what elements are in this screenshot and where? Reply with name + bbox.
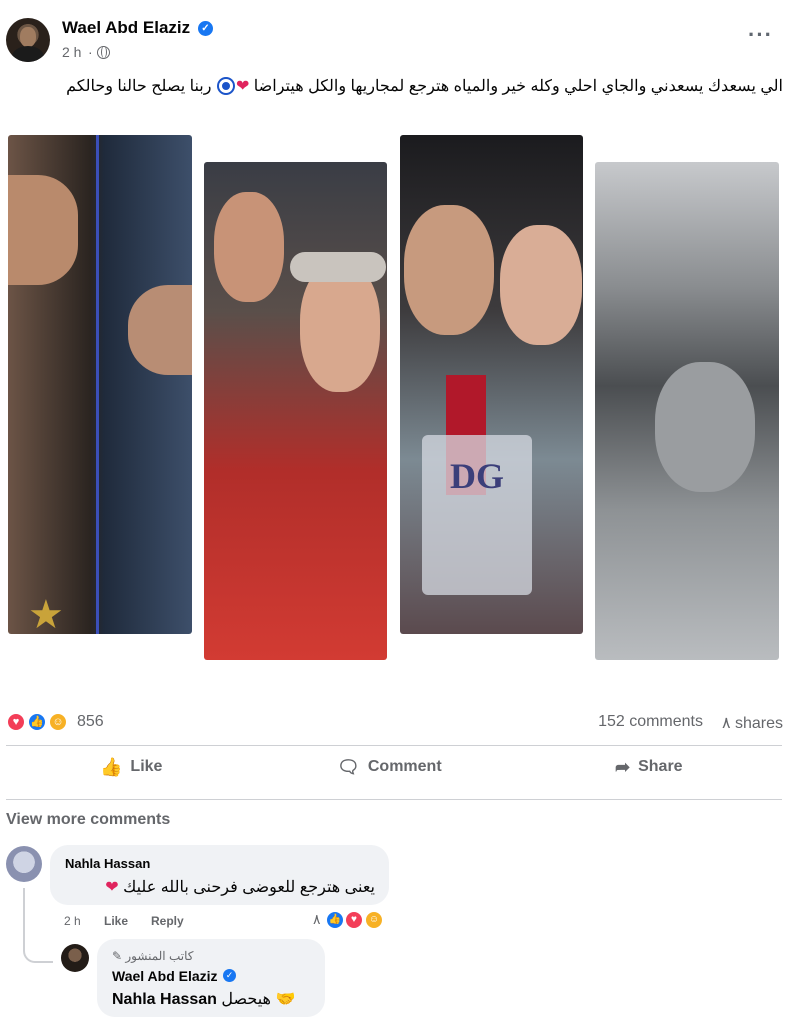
reply-body: هيحصل [221,991,271,1008]
comment-label: Comment [367,758,442,775]
photo-3-face-right [500,225,582,345]
comment-button[interactable]: 🗨 Comment [337,757,442,787]
speech-bubble-icon: 🗨 [337,757,360,777]
photo-2-face-left [214,192,284,302]
photo-3-face-left [404,205,494,335]
commenter-name[interactable]: Nahla Hassan [65,856,150,871]
love-reaction-icon[interactable]: ♥ [6,712,26,732]
shares-count[interactable]: ٨ shares [722,713,783,733]
author-tag: كاتب المنشور ✎ [112,949,194,963]
reaction-count[interactable]: 856 [77,713,104,731]
like-reaction-icon[interactable]: 👍 [325,910,345,930]
post-header: Wael Abd Elaziz ✓ 2 h · ··· [0,0,793,70]
author-tag-label: كاتب المنشور [125,949,194,963]
divider-bottom [6,799,782,800]
share-button[interactable]: ➦ Share [615,757,683,787]
meta-separator: · [88,44,93,60]
love-reaction-icon[interactable]: ♥ [344,910,364,930]
like-label: Like [130,758,163,775]
thumbs-up-icon: 👍 [100,757,123,777]
reply-thread-line [23,888,53,963]
comment-body: يعنى هترجع للعوضى فرحنى بالله عليك [123,879,375,896]
reply-bubble: كاتب المنشور ✎ Wael Abd Elaziz ✓ Nahla H… [97,939,325,1017]
author-name[interactable]: Wael Abd Elaziz [62,18,190,38]
view-more-comments-link[interactable]: View more comments [6,811,170,829]
verified-badge-icon: ✓ [198,21,213,36]
photo-2-headband [290,252,386,282]
reply-author-avatar[interactable] [61,944,89,972]
photo-1[interactable]: ★ [8,135,192,634]
reply-text: Nahla Hassan هيحصل 🤝 [112,989,295,1009]
avatar-face [20,27,36,47]
more-options-button[interactable]: ··· [748,22,773,48]
comment-text: يعنى هترجع للعوضى فرحنى بالله عليك ❤ [105,877,375,897]
commenter-avatar[interactable] [6,846,42,882]
handshake-emoji-icon: 🤝 [275,991,296,1008]
care-reaction-icon[interactable]: ☺ [48,712,68,732]
photo-3-trophy: DG [422,435,532,595]
photo-2[interactable] [204,162,387,660]
photo-3[interactable]: DG [400,135,583,634]
post-time[interactable]: 2 h [62,44,81,60]
comments-count[interactable]: 152 comments [598,713,703,731]
photo-4-face [655,362,755,492]
heart-emoji-icon: ❤ [235,78,250,95]
comment-reaction-count[interactable]: ٨ [313,911,321,928]
author-avatar[interactable] [6,18,50,62]
nazar-eye-emoji-icon [218,79,233,93]
reactions-summary: ♥ 👍 ☺ 856 152 comments ٨ shares [0,706,793,738]
verified-badge-icon: ✓ [223,969,236,982]
comment-bubble: Nahla Hassan يعنى هترجع للعوضى فرحنى بال… [50,845,389,905]
star-trophy-icon: ★ [28,593,64,634]
heart-emoji-icon: ❤ [105,879,119,896]
comment-time[interactable]: 2 h [64,914,81,928]
like-reaction-icon[interactable]: 👍 [27,712,47,732]
photo-1-figure-left [8,175,78,285]
avatar-body [12,46,44,62]
post-body: الي يسعدك يسعدني والجاي احلي وكله خير وا… [253,78,783,95]
post-text: الي يسعدك يسعدني والجاي احلي وكله خير وا… [13,76,783,98]
globe-icon [97,46,110,59]
like-button[interactable]: 👍 Like [100,757,162,787]
share-arrow-icon: ➦ [615,757,631,777]
photo-4[interactable] [595,162,779,660]
comment-reply-button[interactable]: Reply [151,914,184,928]
comment-like-button[interactable]: Like [104,914,128,928]
divider-top [6,745,782,746]
mention-link[interactable]: Nahla Hassan [112,991,217,1008]
photo-1-figure-right [128,285,192,375]
reply-author-name[interactable]: Wael Abd Elaziz [112,968,218,984]
post-body-suffix: ربنا يصلح حالنا وحالكم [66,78,212,95]
haha-reaction-icon[interactable]: ☺ [364,910,384,930]
share-label: Share [638,758,683,775]
